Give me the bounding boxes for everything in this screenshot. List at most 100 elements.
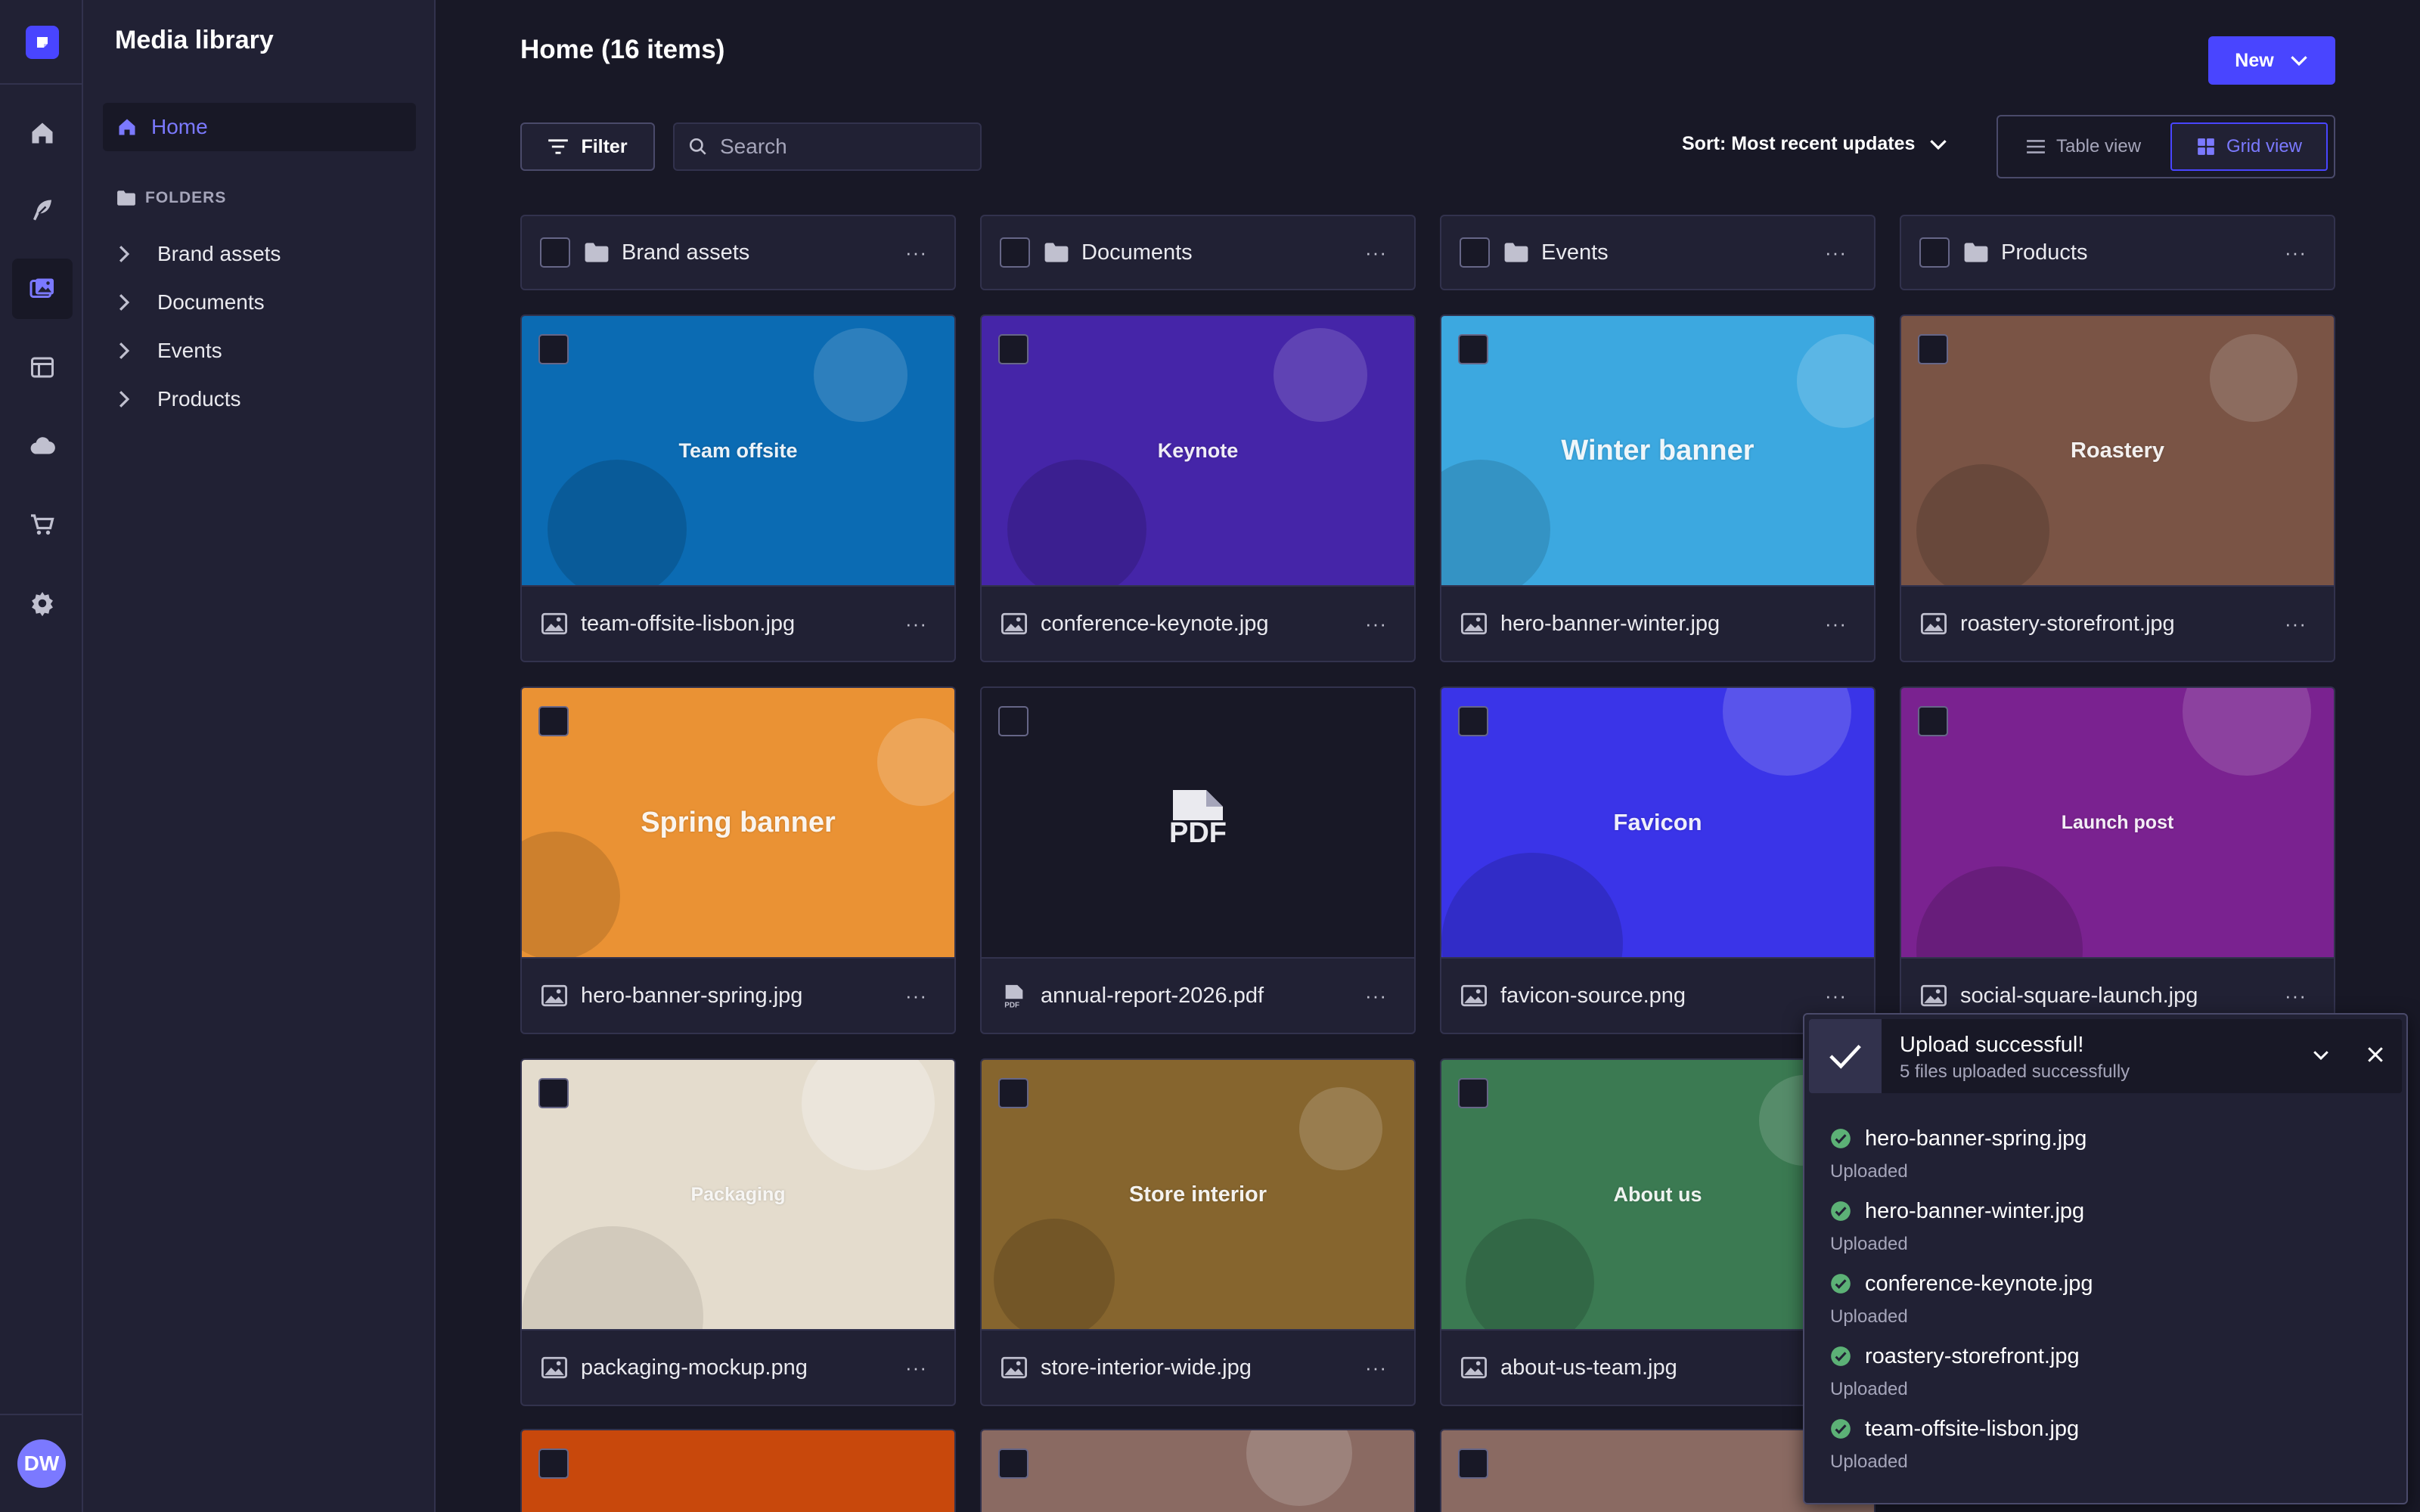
more-options-icon[interactable]: ··· (1365, 1358, 1387, 1377)
uploaded-filename: team-offsite-lisbon.jpg (1865, 1416, 2080, 1441)
folder-card-documents[interactable]: Documents ··· (980, 215, 1416, 290)
asset-preview[interactable]: Spring banner (522, 688, 954, 957)
asset-checkbox[interactable] (998, 1078, 1028, 1108)
more-options-icon[interactable]: ··· (1825, 243, 1847, 262)
asset-card[interactable]: Spring banner hero-banner-spring.jpg ··· (520, 686, 956, 1034)
nav-media-library[interactable] (12, 259, 73, 319)
asset-checkbox[interactable] (998, 706, 1028, 736)
folder-card-events[interactable]: Events ··· (1440, 215, 1876, 290)
folder-name: Documents (1081, 240, 1193, 265)
asset-card[interactable]: PDF PDF annual-report-2026.pdf ··· (980, 686, 1416, 1034)
asset-preview[interactable]: PDF (982, 688, 1414, 957)
asset-checkbox[interactable] (1458, 1078, 1488, 1108)
asset-preview[interactable]: Favicon (1441, 688, 1874, 957)
sidebar-item-brand-assets[interactable]: Brand assets (116, 239, 281, 269)
asset-preview[interactable]: Keynote (982, 316, 1414, 585)
chevron-right-icon[interactable] (116, 244, 132, 264)
more-options-icon[interactable]: ··· (905, 986, 927, 1005)
table-view-button[interactable]: Table view (2004, 122, 2163, 171)
chevron-right-icon[interactable] (116, 389, 132, 409)
main-nav-rail: DW (0, 0, 83, 1512)
folder-card-brand-assets[interactable]: Brand assets ··· (520, 215, 956, 290)
folder-name: Events (1541, 240, 1609, 265)
folder-checkbox[interactable] (1460, 237, 1490, 268)
asset-checkbox[interactable] (1458, 1448, 1488, 1479)
folder-icon (117, 191, 135, 206)
asset-card[interactable] (980, 1429, 1416, 1512)
search-input[interactable] (720, 135, 970, 159)
folder-card-products[interactable]: Products ··· (1900, 215, 2335, 290)
chevron-right-icon[interactable] (116, 341, 132, 361)
asset-preview[interactable]: Winter banner (1441, 316, 1874, 585)
filter-button[interactable]: Filter (520, 122, 655, 171)
folder-checkbox[interactable] (1919, 237, 1950, 268)
new-button[interactable]: New (2208, 36, 2335, 85)
asset-preview[interactable]: Packaging (522, 1060, 954, 1329)
more-options-icon[interactable]: ··· (905, 614, 927, 634)
asset-checkbox[interactable] (1458, 706, 1488, 736)
asset-card[interactable]: Favicon favicon-source.png ··· (1440, 686, 1876, 1034)
folder-checkbox[interactable] (1000, 237, 1030, 268)
asset-preview[interactable]: Roastery (1901, 316, 2334, 585)
asset-card[interactable] (520, 1429, 956, 1512)
more-options-icon[interactable]: ··· (905, 1358, 927, 1377)
more-options-icon[interactable]: ··· (2285, 986, 2307, 1005)
asset-card[interactable]: Winter banner hero-banner-winter.jpg ··· (1440, 314, 1876, 662)
more-options-icon[interactable]: ··· (2285, 614, 2307, 634)
sidebar-item-events[interactable]: Events (116, 336, 222, 366)
more-options-icon[interactable]: ··· (1825, 614, 1847, 634)
asset-checkbox[interactable] (998, 334, 1028, 364)
sidebar-item-home[interactable]: Home (103, 103, 416, 151)
asset-filename: about-us-team.jpg (1500, 1355, 1677, 1380)
asset-checkbox[interactable] (1918, 334, 1948, 364)
nav-home[interactable] (12, 103, 73, 163)
asset-checkbox[interactable] (998, 1448, 1028, 1479)
asset-preview[interactable]: Team offsite (522, 316, 954, 585)
more-options-icon[interactable]: ··· (1365, 614, 1387, 634)
more-options-icon[interactable]: ··· (2285, 243, 2307, 262)
nav-content[interactable] (12, 180, 73, 240)
asset-preview[interactable]: Store interior (982, 1060, 1414, 1329)
sidebar-item-label: Events (157, 339, 222, 362)
asset-checkbox[interactable] (1458, 334, 1488, 364)
user-avatar[interactable]: DW (17, 1439, 66, 1488)
folder-checkbox[interactable] (540, 237, 570, 268)
asset-checkbox[interactable] (538, 1078, 569, 1108)
nav-cloud[interactable] (12, 416, 73, 476)
asset-card[interactable]: Store interior store-interior-wide.jpg ·… (980, 1058, 1416, 1406)
preview-title: Keynote (1157, 438, 1239, 462)
chevron-down-icon[interactable] (2310, 1043, 2332, 1066)
chevron-down-icon (1930, 139, 1947, 150)
asset-card[interactable]: Roastery roastery-storefront.jpg ··· (1900, 314, 2335, 662)
app-logo[interactable] (26, 26, 59, 59)
sort-dropdown[interactable]: Sort: Most recent updates (1682, 133, 1948, 155)
asset-card[interactable]: Packaging packaging-mockup.png ··· (520, 1058, 956, 1406)
sidebar-item-documents[interactable]: Documents (116, 287, 265, 318)
more-options-icon[interactable]: ··· (905, 243, 927, 262)
asset-checkbox[interactable] (1918, 706, 1948, 736)
success-check-icon (1831, 1129, 1851, 1148)
more-options-icon[interactable]: ··· (1365, 243, 1387, 262)
nav-settings[interactable] (12, 573, 73, 634)
asset-filename: social-square-launch.jpg (1960, 983, 2198, 1008)
more-options-icon[interactable]: ··· (1365, 986, 1387, 1005)
uploaded-filename: hero-banner-spring.jpg (1865, 1126, 2087, 1151)
asset-card[interactable]: Team offsite team-offsite-lisbon.jpg ··· (520, 314, 956, 662)
preview-title: Roastery (2070, 438, 2165, 463)
asset-preview[interactable] (522, 1430, 954, 1512)
asset-card[interactable]: Keynote conference-keynote.jpg ··· (980, 314, 1416, 662)
nav-content-type-builder[interactable] (12, 337, 73, 398)
asset-checkbox[interactable] (538, 1448, 569, 1479)
nav-marketplace[interactable] (12, 494, 73, 555)
asset-preview[interactable]: Launch post (1901, 688, 2334, 957)
search-field[interactable] (673, 122, 982, 171)
asset-card[interactable]: Launch post social-square-launch.jpg ··· (1900, 686, 2335, 1034)
grid-view-button[interactable]: Grid view (2170, 122, 2328, 171)
more-options-icon[interactable]: ··· (1825, 986, 1847, 1005)
asset-checkbox[interactable] (538, 706, 569, 736)
asset-preview[interactable] (982, 1430, 1414, 1512)
chevron-right-icon[interactable] (116, 293, 132, 312)
close-icon[interactable] (2364, 1043, 2387, 1066)
sidebar-item-products[interactable]: Products (116, 384, 241, 414)
asset-checkbox[interactable] (538, 334, 569, 364)
